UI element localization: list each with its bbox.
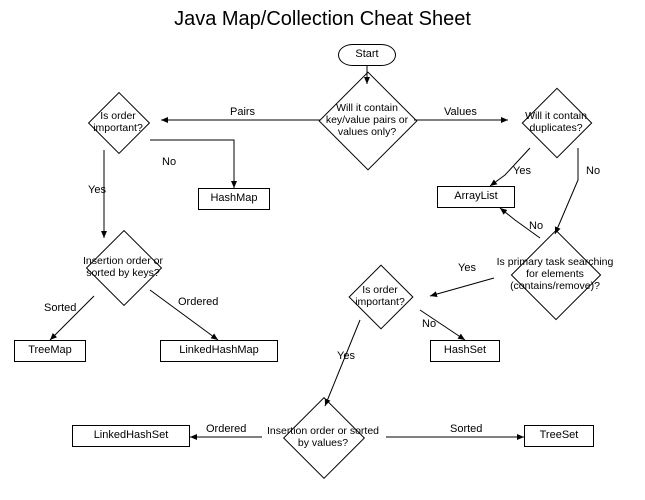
hashmap-label: HashMap: [210, 192, 257, 205]
process-treeset: TreeSet: [524, 425, 594, 447]
process-linkedhashmap: LinkedHashMap: [160, 340, 278, 362]
decision-insert-values-text: Insertion order or sorted by values?: [258, 402, 388, 472]
process-linkedhashset: LinkedHashSet: [72, 425, 190, 447]
process-treemap: TreeMap: [14, 340, 86, 362]
start-node: Start: [338, 44, 396, 66]
decision-duplicates-text: Will it contain duplicates?: [508, 92, 604, 152]
edge-yes-primary: Yes: [456, 262, 478, 274]
linkedhashset-label: LinkedHashSet: [94, 429, 169, 442]
edge-no-order-set: No: [420, 318, 438, 330]
edge-sorted-keys: Sorted: [42, 302, 78, 314]
edge-pairs: Pairs: [228, 106, 257, 118]
edge-no-dup: No: [584, 165, 602, 177]
start-label: Start: [355, 48, 378, 61]
decision-order-set: Is order important?: [330, 268, 430, 324]
edge-ordered-keys: Ordered: [176, 296, 220, 308]
linkedhashmap-label: LinkedHashMap: [179, 344, 259, 357]
decision-contain: Will it contain key/value pairs or value…: [319, 82, 415, 158]
edge-values: Values: [442, 106, 479, 118]
decision-contain-text: Will it contain key/value pairs or value…: [319, 82, 415, 158]
edge-yes-dup: Yes: [511, 165, 533, 177]
treemap-label: TreeMap: [28, 344, 72, 357]
hashset-label: HashSet: [444, 344, 486, 357]
decision-insert-keys-text: Insertion order or sorted by keys?: [70, 234, 176, 300]
process-arraylist: ArrayList: [437, 186, 515, 208]
page-title: Java Map/Collection Cheat Sheet: [0, 8, 645, 31]
treeset-label: TreeSet: [540, 429, 579, 442]
decision-insert-keys: Insertion order or sorted by keys?: [70, 234, 176, 300]
decision-order-pairs: Is order important?: [75, 94, 161, 150]
decision-insert-values: Insertion order or sorted by values?: [258, 402, 388, 472]
decision-order-pairs-text: Is order important?: [75, 94, 161, 150]
decision-primary: Is primary task searching for elements (…: [490, 234, 620, 314]
edge-yes-order-set: Yes: [335, 350, 357, 362]
decision-order-set-text: Is order important?: [330, 268, 430, 324]
edge-no-order-pairs: No: [160, 156, 178, 168]
edge-sorted-values: Sorted: [448, 423, 484, 435]
edge-ordered-values: Ordered: [204, 423, 248, 435]
decision-duplicates: Will it contain duplicates?: [508, 92, 604, 152]
edge-yes-order-pairs: Yes: [86, 184, 108, 196]
arraylist-label: ArrayList: [454, 190, 497, 203]
decision-primary-text: Is primary task searching for elements (…: [490, 234, 620, 314]
edge-no-primary: No: [527, 220, 545, 232]
process-hashmap: HashMap: [198, 188, 270, 210]
process-hashset: HashSet: [430, 340, 500, 362]
